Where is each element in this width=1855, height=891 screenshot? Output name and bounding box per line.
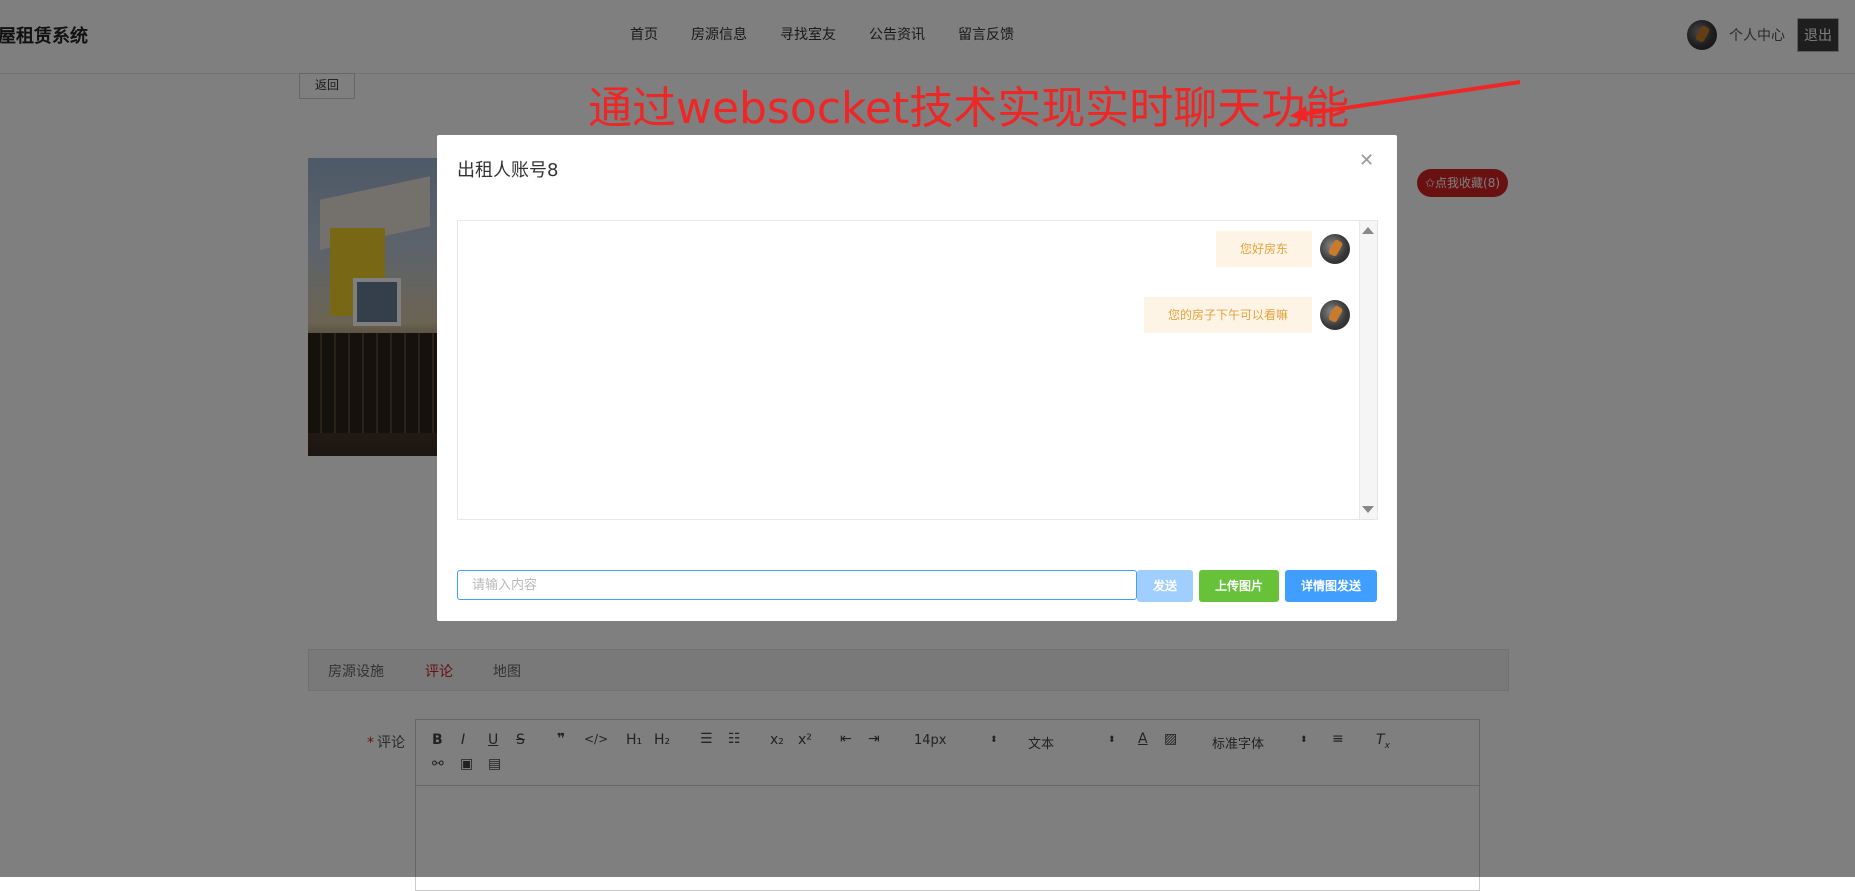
chat-scrollbar[interactable]	[1359, 221, 1377, 519]
close-icon[interactable]: ✕	[1359, 150, 1374, 171]
message-bubble: 您的房子下午可以看嘛	[1143, 297, 1312, 333]
sender-avatar	[1320, 234, 1350, 264]
dialog-title: 出租人账号8	[457, 160, 559, 181]
send-button[interactable]: 发送	[1137, 570, 1193, 602]
chat-message: 您的房子下午可以看嘛	[1143, 297, 1350, 333]
annotation-arrow-icon	[1290, 80, 1521, 122]
scroll-down-icon[interactable]	[1362, 506, 1374, 513]
chat-dialog: 出租人账号8 ✕ 您好房东 您的房子下午可以看嘛 发送 上传图片 详情图发送	[437, 135, 1397, 621]
chat-input[interactable]	[457, 570, 1137, 600]
annotation-text: 通过websocket技术实现实时聊天功能	[588, 83, 1350, 134]
detail-image-send-button[interactable]: 详情图发送	[1285, 570, 1377, 602]
scroll-up-icon[interactable]	[1362, 227, 1374, 234]
chat-messages[interactable]: 您好房东 您的房子下午可以看嘛	[457, 220, 1378, 520]
upload-image-button[interactable]: 上传图片	[1199, 570, 1279, 602]
sender-avatar	[1320, 300, 1350, 330]
chat-message: 您好房东	[1215, 231, 1350, 267]
message-bubble: 您好房东	[1215, 231, 1312, 267]
